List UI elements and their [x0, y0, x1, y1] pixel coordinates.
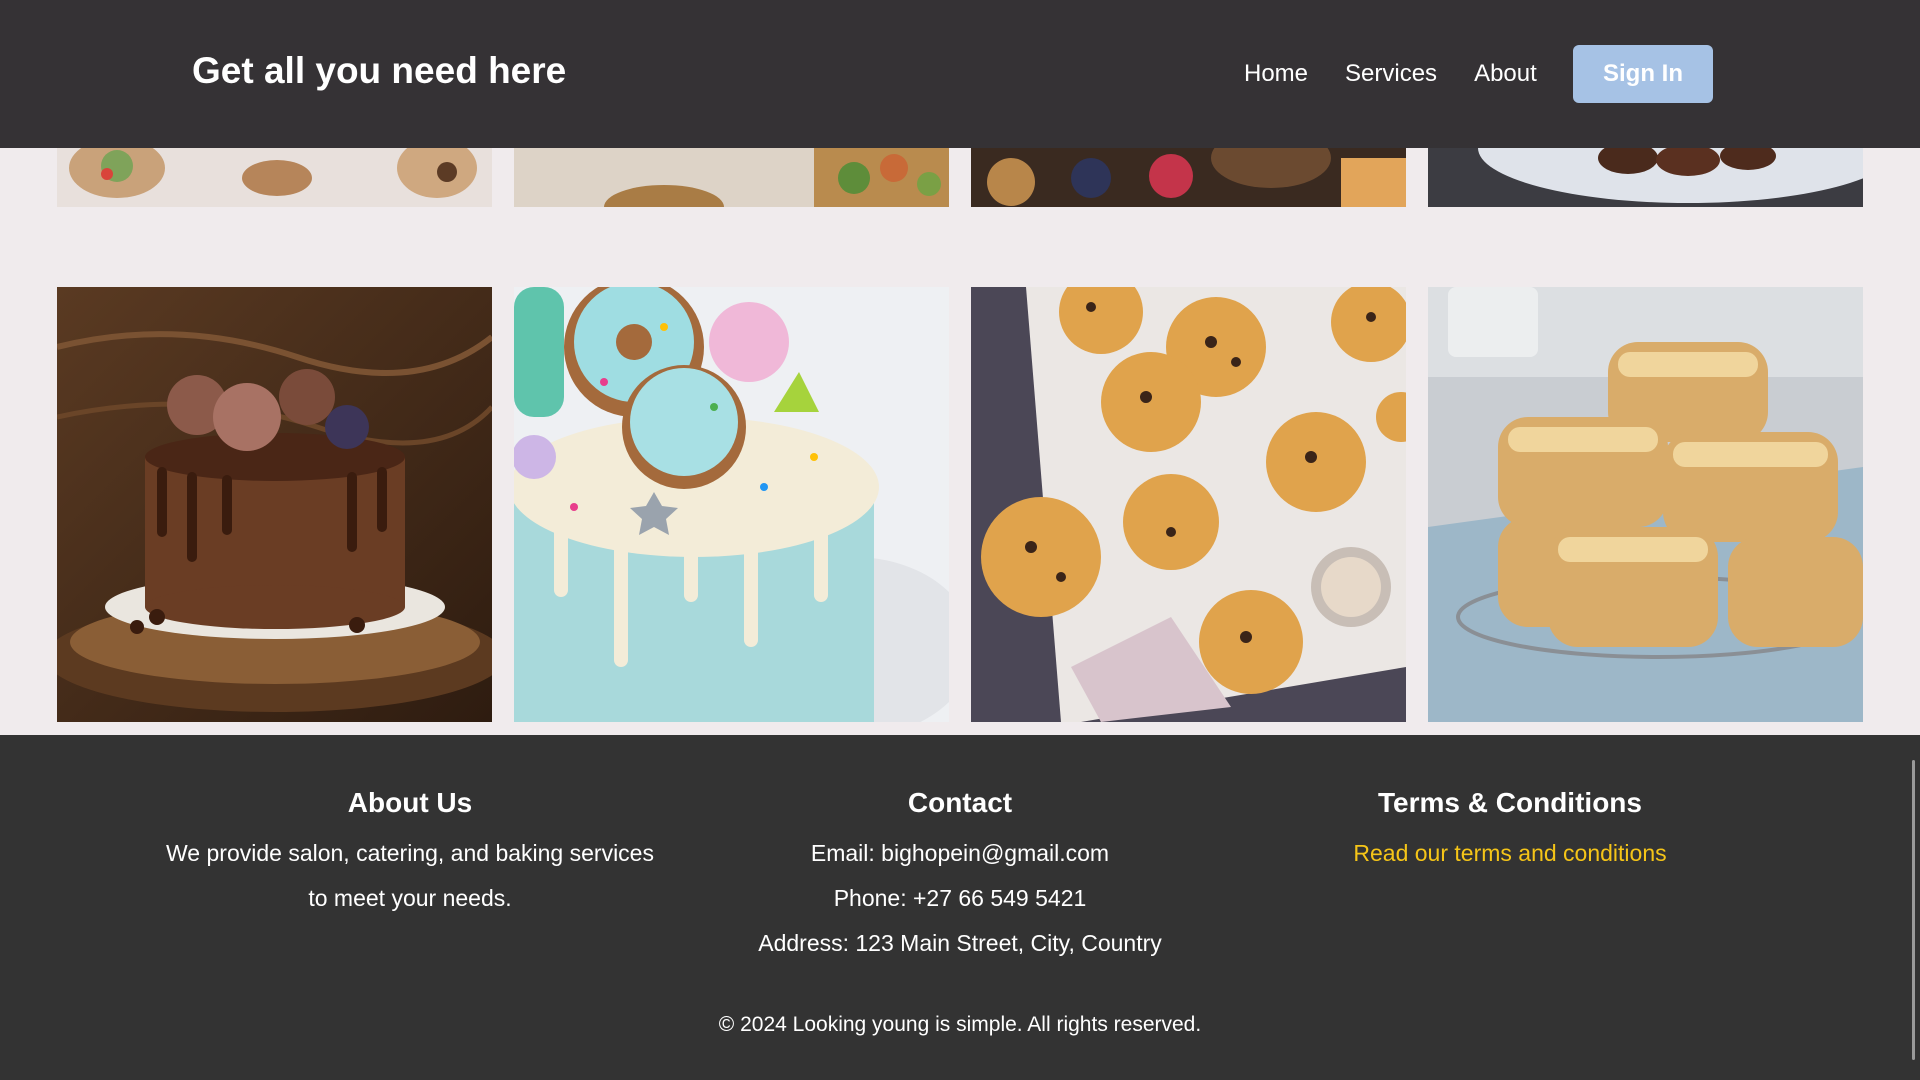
- contact-address: Address: 123 Main Street, City, Country: [758, 930, 1162, 956]
- main-nav: Home Services About: [1244, 60, 1537, 88]
- footer-about-section: About Us We provide salon, catering, and…: [140, 785, 680, 921]
- terms-heading: Terms & Conditions: [1378, 787, 1642, 818]
- site-title: Get all you need here: [192, 50, 567, 91]
- about-text-line-2: to meet your needs.: [308, 885, 512, 911]
- footer-terms-section: Terms & Conditions Read our terms and co…: [1260, 785, 1760, 876]
- chocolate-drip-cake-image: [57, 287, 492, 722]
- page-scrollbar[interactable]: [1912, 760, 1915, 1060]
- salad-spread-image: [514, 148, 949, 207]
- dessert-table-image: [971, 148, 1406, 207]
- nav-home-link[interactable]: Home: [1244, 60, 1308, 88]
- food-platter-image: [57, 148, 492, 207]
- nav-services-link[interactable]: Services: [1345, 60, 1437, 88]
- site-header: Get all you need here Home Services Abou…: [0, 0, 1920, 148]
- sprinkle-donut-cake-image: [514, 287, 949, 722]
- scones-image: [1428, 287, 1863, 722]
- nav-about-link[interactable]: About: [1474, 60, 1537, 88]
- site-footer: About Us We provide salon, catering, and…: [0, 735, 1920, 1080]
- copyright-text: © 2024 Looking young is simple. All righ…: [718, 1013, 1202, 1036]
- contact-phone: Phone: +27 66 549 5421: [833, 885, 1087, 911]
- chocolate-chip-muffins-image: [971, 287, 1406, 722]
- contact-email: Email: bighopein@gmail.com: [810, 840, 1110, 866]
- about-heading: About Us: [347, 787, 473, 818]
- footer-contact-section: Contact Email: bighopein@gmail.com Phone…: [700, 785, 1220, 966]
- grilled-meat-plate-image: [1428, 148, 1863, 207]
- about-text-line-1: We provide salon, catering, and baking s…: [166, 840, 654, 866]
- sign-in-button[interactable]: Sign In: [1573, 45, 1713, 103]
- contact-heading: Contact: [907, 787, 1013, 818]
- terms-link[interactable]: Read our terms and conditions: [1353, 840, 1666, 866]
